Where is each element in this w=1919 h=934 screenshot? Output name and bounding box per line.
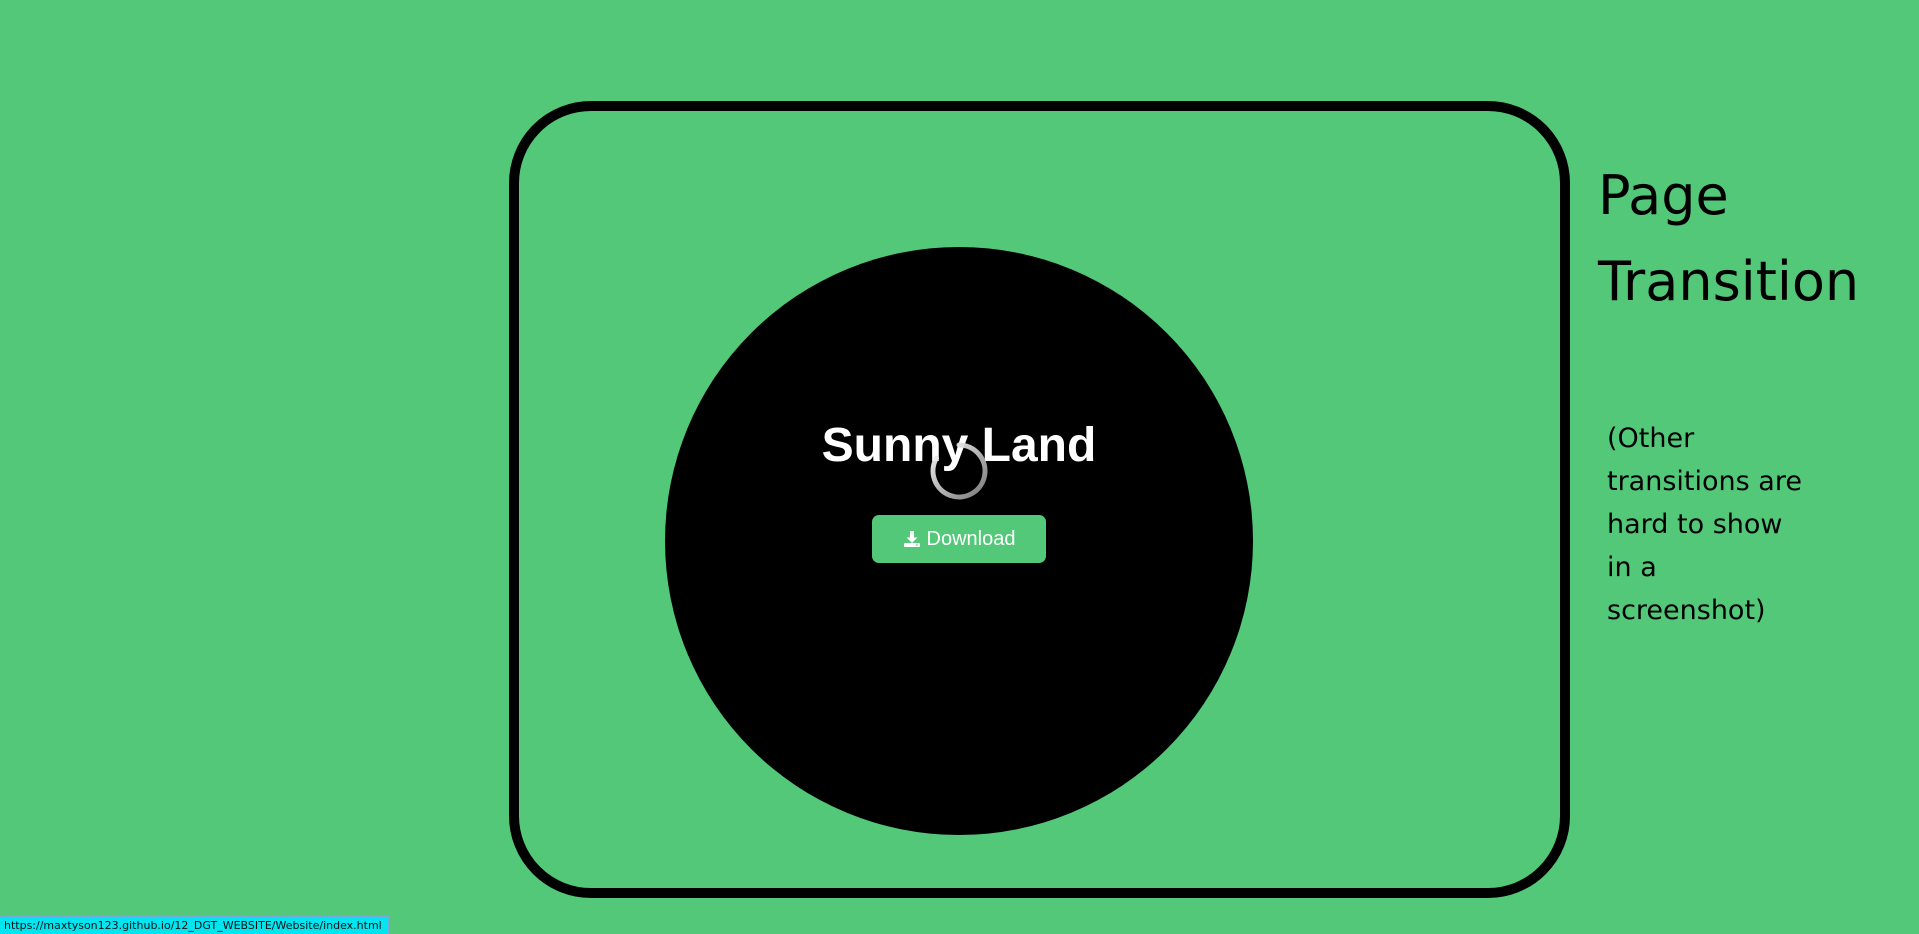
- side-note-line: in a: [1607, 552, 1657, 583]
- side-note-line: (Other: [1607, 423, 1695, 454]
- page-heading-line: Page: [1598, 164, 1729, 227]
- side-note-line: transitions are: [1607, 466, 1802, 497]
- download-button-label: Download: [926, 527, 1016, 550]
- side-note: (Other transitions are hard to show in a…: [1607, 417, 1847, 632]
- site-title: Sunny Land: [821, 419, 1097, 472]
- status-bar-url: https://maxtyson123.github.io/12_DGT_WEB…: [0, 916, 389, 934]
- side-note-line: hard to show: [1607, 509, 1783, 540]
- download-icon: [903, 531, 920, 547]
- page-heading-line: Transition: [1598, 250, 1860, 313]
- page: Sunny Land Download Page Transition (Oth…: [0, 0, 1919, 934]
- side-note-line: screenshot): [1607, 595, 1766, 626]
- download-button[interactable]: Download: [872, 515, 1046, 563]
- page-heading: Page Transition: [1598, 153, 1898, 325]
